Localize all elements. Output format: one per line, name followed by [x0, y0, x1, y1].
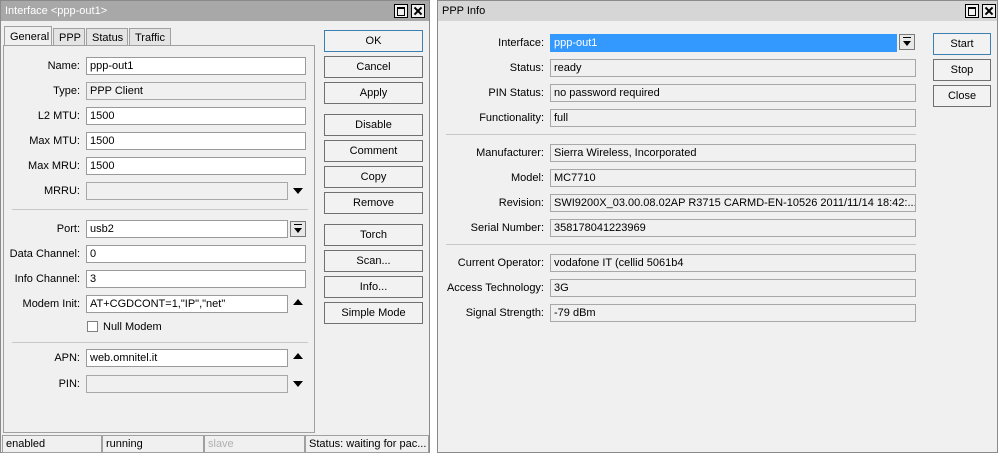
pin-field	[86, 375, 288, 393]
interface-dropdown-icon[interactable]	[899, 34, 915, 50]
cancel-button[interactable]: Cancel	[324, 56, 423, 78]
maximize-icon[interactable]	[394, 4, 408, 18]
section-divider	[12, 342, 308, 343]
tab-status[interactable]: Status	[86, 28, 128, 46]
comment-button[interactable]: Comment	[324, 140, 423, 162]
signal-strength-label: Signal Strength:	[465, 307, 544, 319]
section-divider	[446, 134, 916, 135]
tab-general[interactable]: General	[4, 26, 52, 46]
status-slave: slave	[204, 435, 305, 453]
status-label: Status:	[509, 62, 544, 74]
apn-label: APN:	[54, 352, 80, 364]
access-technology-field: 3G	[550, 279, 916, 297]
ok-button[interactable]: OK	[324, 30, 423, 52]
maxmtu-label: Max MTU:	[29, 135, 80, 147]
tab-traffic[interactable]: Traffic	[129, 28, 171, 46]
window-title: Interface <ppp-out1>	[5, 5, 108, 17]
serial-number-label: Serial Number:	[470, 222, 544, 234]
functionality-label: Functionality:	[479, 112, 544, 124]
apn-input[interactable]: web.omnitel.it	[86, 349, 288, 367]
type-field: PPP Client	[86, 82, 306, 100]
apply-button[interactable]: Apply	[324, 82, 423, 104]
pin-expand-icon[interactable]	[293, 381, 303, 387]
mrru-label: MRRU:	[43, 185, 80, 197]
stop-button[interactable]: Stop	[933, 59, 991, 81]
scan-button[interactable]: Scan...	[324, 250, 423, 272]
status-message: Status: waiting for pac...	[305, 435, 429, 453]
revision-label: Revision:	[498, 197, 544, 209]
modem-init-input[interactable]: AT+CGDCONT=1,"IP","net"	[86, 295, 288, 313]
model-label: Model:	[510, 172, 544, 184]
maxmru-label: Max MRU:	[28, 160, 80, 172]
interface-label: Interface:	[498, 37, 544, 49]
status-running: running	[102, 435, 204, 453]
close-icon[interactable]	[982, 4, 996, 18]
null-modem-checkbox[interactable]	[87, 321, 98, 332]
section-divider	[12, 209, 308, 210]
data-channel-label: Data Channel:	[9, 248, 80, 260]
pin-status-label: PIN Status:	[488, 87, 544, 99]
pin-status-field: no password required	[550, 84, 916, 102]
model-field: MC7710	[550, 169, 916, 187]
pin-label: PIN:	[58, 378, 80, 390]
functionality-field: full	[550, 109, 916, 127]
signal-strength-field: -79 dBm	[550, 304, 916, 322]
current-operator-label: Current Operator:	[457, 257, 544, 269]
maximize-icon[interactable]	[965, 4, 979, 18]
interface-select[interactable]: ppp-out1	[550, 34, 897, 52]
l2mtu-label: L2 MTU:	[37, 110, 80, 122]
mrru-expand-icon[interactable]	[293, 188, 303, 194]
window-title: PPP Info	[442, 5, 486, 17]
manufacturer-field: Sierra Wireless, Incorporated	[550, 144, 916, 162]
ppp-info-titlebar[interactable]: PPP Info	[438, 1, 997, 21]
null-modem-label: Null Modem	[103, 321, 162, 333]
section-divider	[446, 244, 916, 245]
port-label: Port:	[56, 223, 80, 235]
close-icon[interactable]	[411, 4, 425, 18]
interface-window: Interface <ppp-out1> General PPP Status …	[0, 0, 430, 453]
port-dropdown-icon[interactable]	[290, 221, 306, 237]
modem-init-collapse-icon[interactable]	[293, 299, 303, 305]
interface-titlebar[interactable]: Interface <ppp-out1>	[1, 1, 429, 21]
modem-init-label: Modem Init:	[22, 298, 80, 310]
revision-field: SWI9200X_03.00.08.02AP R3715 CARMD-EN-10…	[550, 194, 916, 212]
access-technology-label: Access Technology:	[446, 282, 544, 294]
mrru-field	[86, 182, 288, 200]
maxmru-input[interactable]: 1500	[86, 157, 306, 175]
port-select[interactable]: usb2	[86, 220, 288, 238]
torch-button[interactable]: Torch	[324, 224, 423, 246]
apn-collapse-icon[interactable]	[293, 353, 303, 359]
data-channel-input[interactable]: 0	[86, 245, 306, 263]
name-label: Name:	[47, 60, 80, 72]
name-input[interactable]: ppp-out1	[86, 57, 306, 75]
type-label: Type:	[53, 85, 80, 97]
tab-ppp[interactable]: PPP	[53, 28, 85, 46]
serial-number-field: 358178041223969	[550, 219, 916, 237]
start-button[interactable]: Start	[933, 33, 991, 55]
maxmtu-input[interactable]: 1500	[86, 132, 306, 150]
info-channel-input[interactable]: 3	[86, 270, 306, 288]
info-channel-label: Info Channel:	[14, 273, 80, 285]
l2mtu-input[interactable]: 1500	[86, 107, 306, 125]
status-field: ready	[550, 59, 916, 77]
info-button[interactable]: Info...	[324, 276, 423, 298]
simple-mode-button[interactable]: Simple Mode	[324, 302, 423, 324]
copy-button[interactable]: Copy	[324, 166, 423, 188]
general-panel: Name: ppp-out1 Type: PPP Client L2 MTU: …	[3, 45, 315, 433]
ppp-info-window: PPP Info Interface: ppp-out1 Status: rea…	[437, 0, 998, 453]
disable-button[interactable]: Disable	[324, 114, 423, 136]
close-button[interactable]: Close	[933, 85, 991, 107]
remove-button[interactable]: Remove	[324, 192, 423, 214]
status-enabled: enabled	[2, 435, 102, 453]
manufacturer-label: Manufacturer:	[476, 147, 544, 159]
current-operator-field: vodafone IT (cellid 5061b4	[550, 254, 916, 272]
